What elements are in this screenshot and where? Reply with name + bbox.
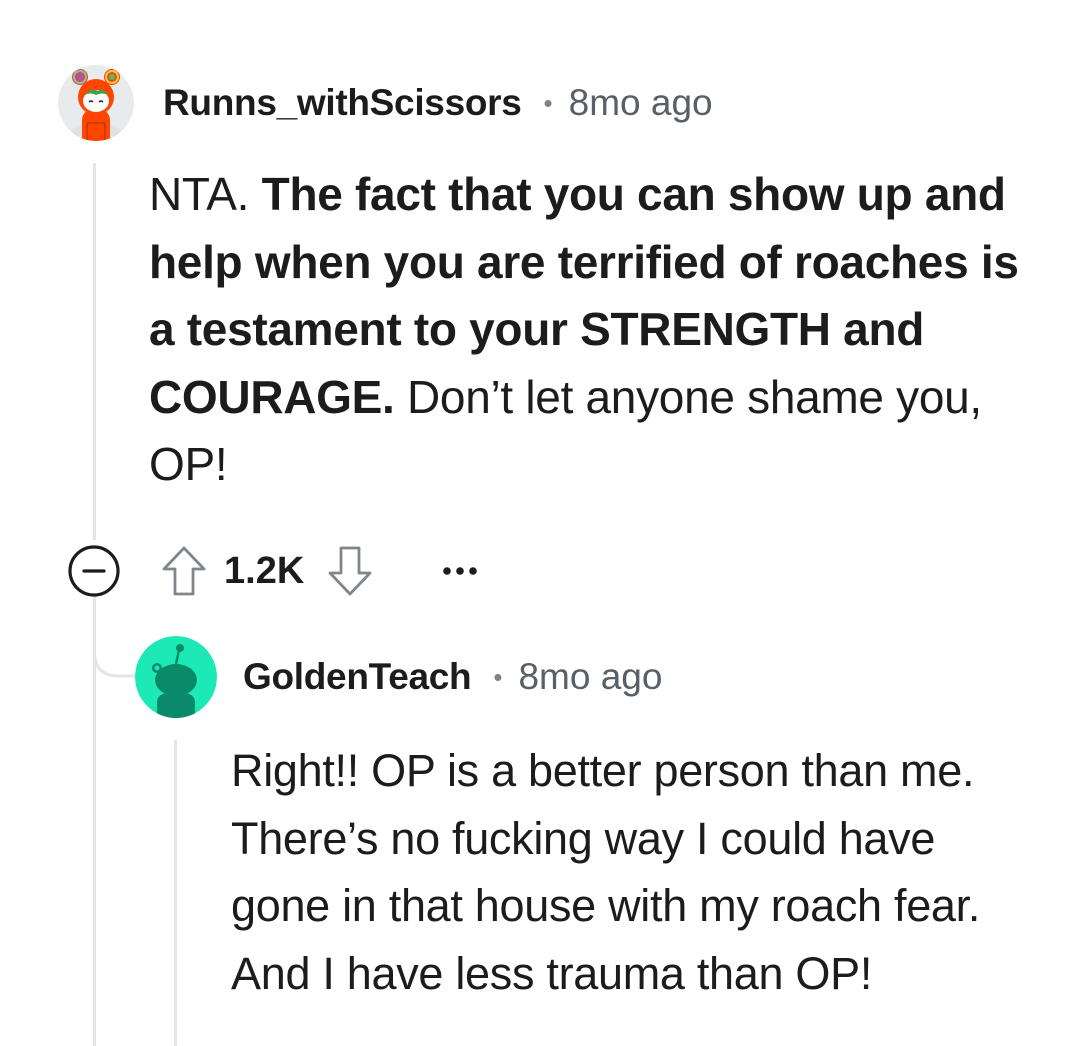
downvote-button[interactable] — [326, 545, 374, 597]
more-options-button[interactable] — [438, 561, 482, 581]
thread-line-main[interactable] — [93, 163, 96, 540]
username[interactable]: GoldenTeach — [243, 656, 472, 698]
comment-body: Right!! OP is a better person than me. T… — [231, 737, 1031, 1007]
arrow-down-icon — [328, 546, 372, 596]
arrow-up-icon — [162, 546, 206, 596]
comment-actions: 1.2K — [66, 541, 482, 601]
score: 1.2K — [224, 549, 305, 592]
comment-text: NTA. — [149, 168, 262, 220]
username[interactable]: Runns_withScissors — [163, 82, 522, 124]
collapse-button[interactable] — [66, 543, 122, 599]
comment-text: Right!! OP is a better person than me. T… — [231, 745, 981, 999]
upvote-button[interactable] — [160, 545, 208, 597]
comment-meta: Runns_withScissors • 8mo ago — [163, 80, 713, 126]
comment-body: NTA. The fact that you can show up and h… — [149, 161, 1029, 499]
comment-meta: GoldenTeach • 8mo ago — [243, 654, 662, 700]
timestamp[interactable]: 8mo ago — [569, 82, 713, 124]
avatar[interactable] — [58, 65, 134, 141]
separator-dot: • — [493, 661, 503, 692]
avatar[interactable] — [135, 636, 217, 718]
separator-dot: • — [543, 87, 553, 118]
minus-circle-icon — [68, 545, 120, 597]
snoo-avatar-icon — [58, 65, 134, 141]
more-horizontal-icon — [443, 567, 478, 575]
timestamp[interactable]: 8mo ago — [518, 656, 662, 698]
snoo-avatar-icon — [135, 636, 217, 718]
thread-line-reply[interactable] — [174, 740, 177, 1046]
